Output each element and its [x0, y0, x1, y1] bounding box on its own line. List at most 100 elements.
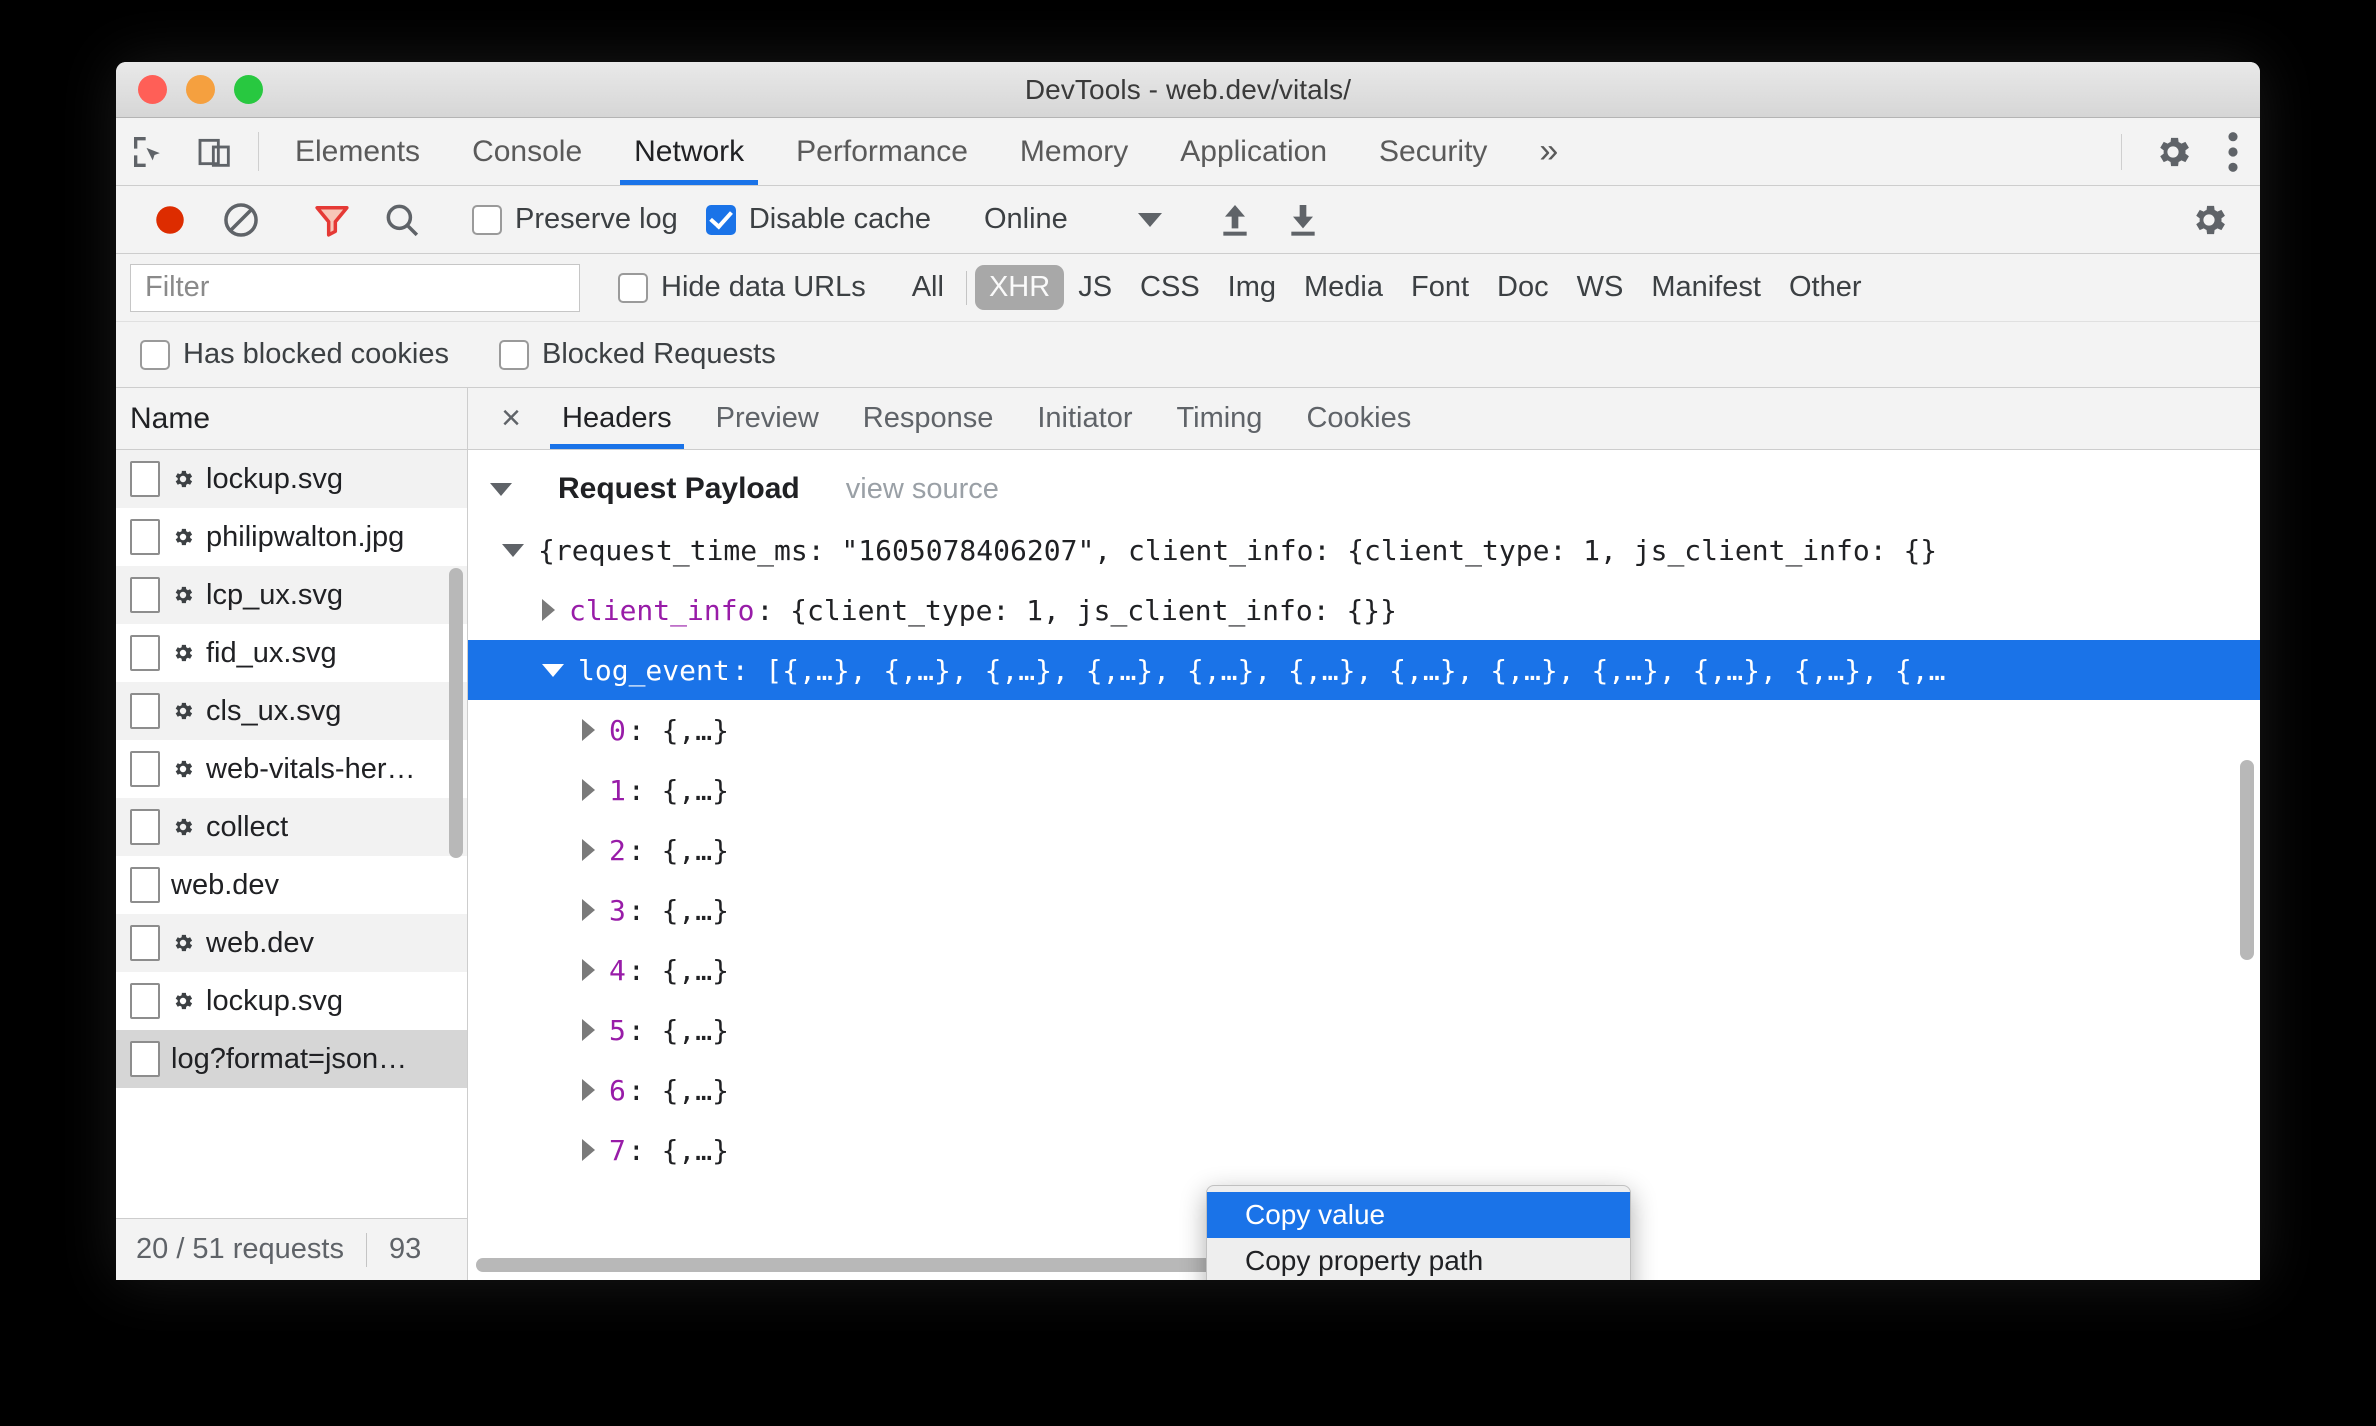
devtools-settings-button[interactable]: [2140, 131, 2206, 173]
type-filter-ws[interactable]: WS: [1563, 265, 1638, 310]
json-array-item[interactable]: 3 : {,…}: [468, 880, 2260, 940]
blocked-requests-box[interactable]: [498, 339, 529, 370]
json-array-item[interactable]: 1 : {,…}: [468, 760, 2260, 820]
request-list[interactable]: lockup.svg philipwalton.jpg lcp_ux.svg f…: [116, 450, 467, 1218]
network-settings-button[interactable]: [2176, 199, 2242, 241]
detail-tab-label: Initiator: [1037, 402, 1133, 434]
triangle-right-icon[interactable]: [582, 719, 595, 741]
triangle-right-icon[interactable]: [542, 599, 555, 621]
type-filter-all[interactable]: All: [898, 265, 958, 310]
devtools-more-options-button[interactable]: [2206, 131, 2260, 173]
tab-console[interactable]: Console: [446, 118, 608, 185]
triangle-right-icon[interactable]: [582, 1079, 595, 1101]
disable-cache-box[interactable]: [705, 204, 736, 235]
json-array-item[interactable]: 7 : {,…}: [468, 1120, 2260, 1180]
hide-data-urls-checkbox[interactable]: Hide data URLs: [604, 254, 880, 321]
json-array-item[interactable]: 0 : {,…}: [468, 700, 2260, 760]
triangle-right-icon[interactable]: [582, 959, 595, 981]
request-row[interactable]: lockup.svg: [116, 972, 467, 1030]
tab-preview[interactable]: Preview: [694, 388, 841, 449]
request-row[interactable]: collect: [116, 798, 467, 856]
json-array-item[interactable]: 6 : {,…}: [468, 1060, 2260, 1120]
triangle-right-icon[interactable]: [582, 1019, 595, 1041]
request-row[interactable]: web.dev: [116, 914, 467, 972]
has-blocked-cookies-box[interactable]: [140, 339, 170, 370]
json-node-client-info[interactable]: client_info : {client_type: 1, js_client…: [468, 580, 2260, 640]
import-har-button[interactable]: [1201, 186, 1269, 253]
request-row-selected[interactable]: log?format=json…: [116, 1030, 467, 1088]
hide-data-urls-box[interactable]: [618, 272, 648, 303]
payload-vertical-scrollbar[interactable]: [2240, 760, 2254, 960]
triangle-right-icon[interactable]: [582, 899, 595, 921]
preserve-log-label: Preserve log: [515, 203, 678, 235]
tab-network[interactable]: Network: [608, 118, 770, 185]
type-filter-xhr[interactable]: XHR: [974, 265, 1065, 310]
type-filter-img[interactable]: Img: [1214, 265, 1290, 310]
preserve-log-box[interactable]: [472, 204, 502, 235]
type-filter-manifest[interactable]: Manifest: [1637, 265, 1775, 310]
view-source-link[interactable]: view source: [846, 473, 999, 506]
request-payload-header[interactable]: Request Payload view source: [468, 450, 2260, 520]
record-button[interactable]: [134, 186, 206, 253]
triangle-right-icon[interactable]: [582, 1139, 595, 1161]
request-row[interactable]: lockup.svg: [116, 450, 467, 508]
json-array-item[interactable]: 2 : {,…}: [468, 820, 2260, 880]
tab-security[interactable]: Security: [1353, 118, 1513, 185]
tab-performance[interactable]: Performance: [770, 118, 994, 185]
request-row[interactable]: web-vitals-her…: [116, 740, 467, 798]
gear-icon: [2188, 199, 2230, 241]
triangle-down-icon[interactable]: [542, 663, 564, 677]
device-toolbar-button[interactable]: [182, 118, 248, 185]
type-filter-media[interactable]: Media: [1290, 265, 1397, 310]
filter-input[interactable]: Filter: [130, 263, 580, 312]
hide-data-urls-label: Hide data URLs: [661, 271, 866, 303]
type-filter-font[interactable]: Font: [1397, 265, 1483, 310]
request-row[interactable]: philipwalton.jpg: [116, 508, 467, 566]
request-row[interactable]: cls_ux.svg: [116, 682, 467, 740]
disable-cache-checkbox[interactable]: Disable cache: [692, 186, 945, 253]
throttling-select[interactable]: Online: [966, 203, 1180, 236]
json-array-item[interactable]: 4 : {,…}: [468, 940, 2260, 1000]
json-array-item[interactable]: 5 : {,…}: [468, 1000, 2260, 1060]
request-row[interactable]: web.dev: [116, 856, 467, 914]
json-root-node[interactable]: {request_time_ms: "1605078406207", clien…: [468, 520, 2260, 580]
json-value: : {,…}: [627, 833, 730, 867]
tab-elements[interactable]: Elements: [269, 118, 446, 185]
tab-timing[interactable]: Timing: [1154, 388, 1284, 449]
tab-cookies[interactable]: Cookies: [1284, 388, 1433, 449]
request-row[interactable]: lcp_ux.svg: [116, 566, 467, 624]
more-tabs-button[interactable]: »: [1513, 118, 1584, 185]
type-filter-other[interactable]: Other: [1775, 265, 1876, 310]
request-list-scrollbar[interactable]: [449, 568, 463, 858]
preserve-log-checkbox[interactable]: Preserve log: [458, 186, 692, 253]
tab-headers[interactable]: Headers: [540, 388, 694, 449]
inspect-element-button[interactable]: [116, 118, 182, 185]
gear-icon: [171, 757, 195, 781]
clear-button[interactable]: [206, 186, 276, 253]
tab-memory[interactable]: Memory: [994, 118, 1154, 185]
context-menu[interactable]: Copy value Copy property path Add proper…: [1206, 1185, 1631, 1280]
type-filter-js[interactable]: JS: [1064, 265, 1126, 310]
type-filter-doc[interactable]: Doc: [1483, 265, 1563, 310]
export-har-button[interactable]: [1269, 186, 1337, 253]
tab-response[interactable]: Response: [841, 388, 1016, 449]
triangle-down-icon[interactable]: [502, 543, 524, 557]
request-row[interactable]: fid_ux.svg: [116, 624, 467, 682]
context-menu-item-copy-property-path[interactable]: Copy property path: [1207, 1238, 1630, 1280]
type-filter-css[interactable]: CSS: [1126, 265, 1214, 310]
tab-application[interactable]: Application: [1154, 118, 1353, 185]
triangle-down-icon[interactable]: [490, 482, 512, 496]
json-node-log-event[interactable]: log_event : [{,…}, {,…}, {,…}, {,…}, {,……: [468, 640, 2260, 700]
tab-initiator[interactable]: Initiator: [1015, 388, 1154, 449]
triangle-right-icon[interactable]: [582, 779, 595, 801]
filter-icon: [311, 199, 353, 241]
triangle-right-icon[interactable]: [582, 839, 595, 861]
search-button[interactable]: [367, 186, 437, 253]
file-icon: [130, 577, 160, 613]
filter-toggle-button[interactable]: [297, 186, 367, 253]
close-detail-button[interactable]: ×: [482, 388, 540, 449]
context-menu-item-copy-value[interactable]: Copy value: [1207, 1192, 1630, 1238]
request-list-header[interactable]: Name: [116, 388, 467, 450]
has-blocked-cookies-checkbox[interactable]: Has blocked cookies: [140, 322, 463, 387]
blocked-requests-checkbox[interactable]: Blocked Requests: [485, 322, 790, 387]
